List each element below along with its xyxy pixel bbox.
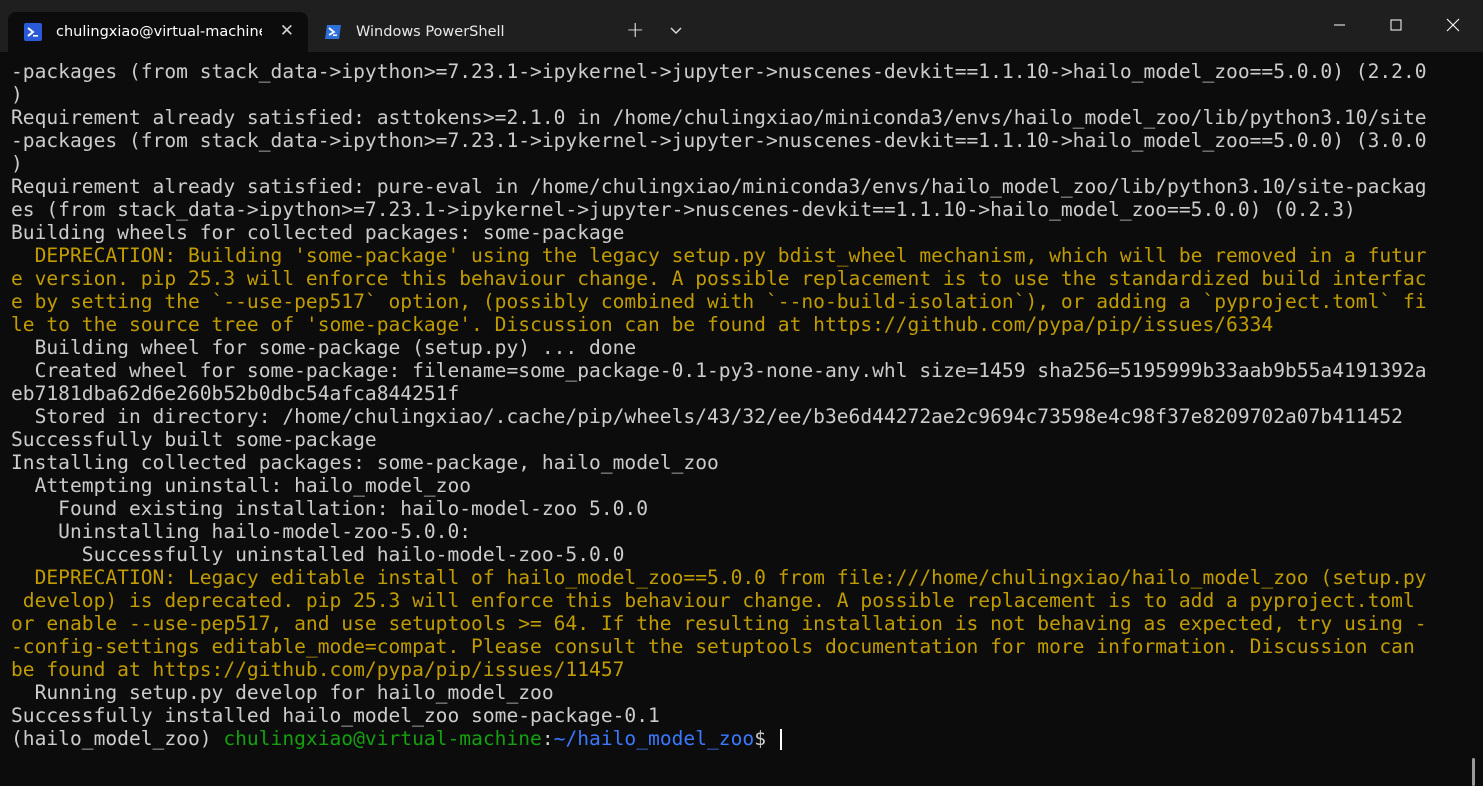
output-line: Attempting uninstall: hailo_model_zoo: [11, 474, 472, 497]
prompt-separator: :: [541, 727, 554, 750]
output-line: Requirement already satisfied: asttokens…: [11, 106, 1427, 129]
chevron-down-icon[interactable]: [666, 20, 686, 40]
maximize-button[interactable]: [1367, 0, 1425, 50]
deprecation-warning-line: DEPRECATION: Building 'some-package' usi…: [11, 244, 1427, 267]
prompt-line: (hailo_model_zoo) chulingxiao@virtual-ma…: [11, 727, 1427, 750]
output-line: Running setup.py develop for hailo_model…: [11, 681, 554, 704]
output-line: Successfully built some-package: [11, 428, 377, 451]
output-line: Requirement already satisfied: pure-eval…: [11, 175, 1427, 198]
terminal-lines: -packages (from stack_data->ipython>=7.2…: [11, 60, 1427, 727]
tab-label: chulingxiao@virtual-machine:: [56, 24, 262, 40]
deprecation-warning-line: e by setting the `--use-pep517` option, …: [11, 290, 1427, 313]
new-tab-button[interactable]: +: [626, 17, 644, 45]
output-line: Installing collected packages: some-pack…: [11, 451, 719, 474]
deprecation-warning-line: le to the source tree of 'some-package'.…: [11, 313, 1274, 336]
output-line: ): [11, 152, 23, 175]
tab-ubuntu[interactable]: chulingxiao@virtual-machine: ✕: [8, 12, 308, 52]
terminal-icon: [24, 23, 42, 41]
deprecation-warning-line: be found at https://github.com/pypa/pip/…: [11, 658, 625, 681]
output-line: Created wheel for some-package: filename…: [11, 359, 1427, 382]
deprecation-warning-line: develop) is deprecated. pip 25.3 will en…: [11, 589, 1415, 612]
prompt-user: chulingxiao@virtual-machine: [223, 727, 542, 750]
output-line: Stored in directory: /home/chulingxiao/.…: [11, 405, 1403, 428]
output-line: -packages (from stack_data->ipython>=7.2…: [11, 129, 1427, 152]
output-line: Successfully installed hailo_model_zoo s…: [11, 704, 660, 727]
output-line: Building wheels for collected packages: …: [11, 221, 625, 244]
output-line: Uninstalling hailo-model-zoo-5.0.0:: [11, 520, 472, 543]
deprecation-warning-line: e version. pip 25.3 will enforce this be…: [11, 267, 1427, 290]
deprecation-warning-line: -config-settings editable_mode=compat. P…: [11, 635, 1415, 658]
title-bar: chulingxiao@virtual-machine: ✕ Windows P…: [0, 0, 1483, 52]
scrollbar[interactable]: [1472, 758, 1475, 786]
close-tab-button[interactable]: ✕: [280, 21, 294, 41]
output-line: Building wheel for some-package (setup.p…: [11, 336, 637, 359]
output-line: es (from stack_data->ipython>=7.23.1->ip…: [11, 198, 1356, 221]
output-line: eb7181dba62d6e260b52b0dbc54afca844251f: [11, 382, 460, 405]
output-line: Found existing installation: hailo-model…: [11, 497, 649, 520]
powershell-icon: [325, 25, 341, 39]
minimize-button[interactable]: [1310, 0, 1368, 50]
deprecation-warning-line: or enable --use-pep517, and use setuptoo…: [11, 612, 1427, 635]
prompt-symbol: $: [754, 727, 766, 750]
output-line: -packages (from stack_data->ipython>=7.2…: [11, 60, 1427, 83]
prompt-env: (hailo_model_zoo): [11, 727, 224, 750]
deprecation-warning-line: DEPRECATION: Legacy editable install of …: [11, 566, 1427, 589]
terminal-output[interactable]: -packages (from stack_data->ipython>=7.2…: [0, 52, 1483, 786]
prompt-path: ~/hailo_model_zoo: [553, 727, 755, 750]
output-line: Successfully uninstalled hailo-model-zoo…: [11, 543, 625, 566]
text-cursor: [780, 729, 782, 750]
close-window-button[interactable]: [1424, 0, 1482, 50]
output-line: ): [11, 83, 23, 106]
tab-label: Windows PowerShell: [356, 24, 505, 40]
tab-windows-powershell[interactable]: Windows PowerShell: [316, 12, 604, 52]
